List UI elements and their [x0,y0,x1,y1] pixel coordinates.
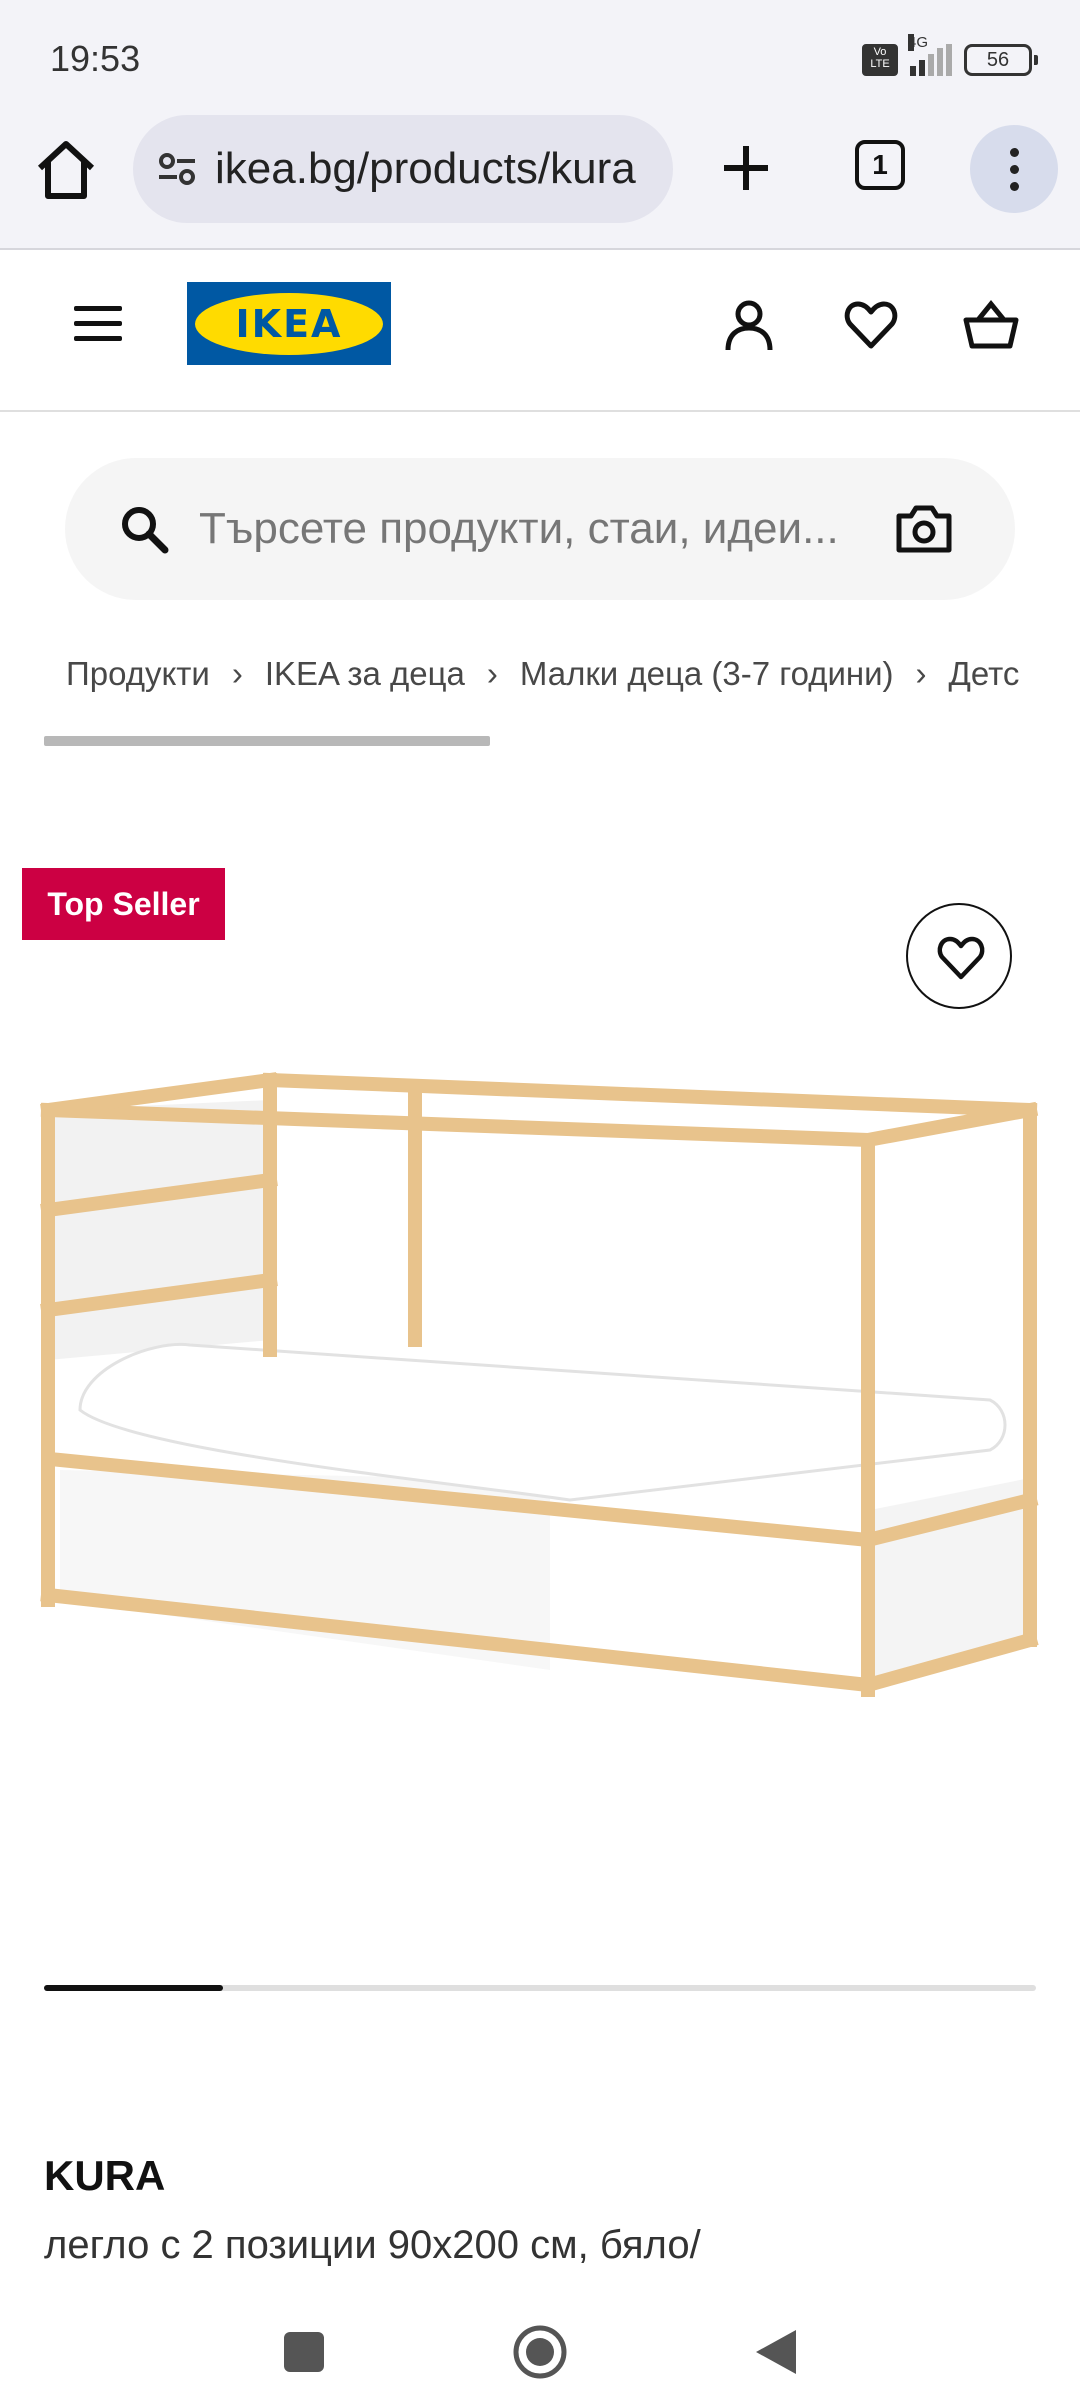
heart-icon[interactable] [842,296,900,354]
system-navigation-bar [0,2284,1080,2400]
shopping-basket-icon[interactable] [962,296,1020,354]
breadcrumb-item[interactable]: Продукти [66,655,210,692]
search-icon[interactable] [119,504,169,554]
home-button[interactable] [30,134,102,206]
browser-menu-button[interactable] [970,125,1058,213]
status-bar: 19:53 Vo LTE 4G 56 [0,0,1080,110]
site-header: IKEA [0,250,1080,412]
address-bar[interactable]: ikea.bg/products/kura [133,115,673,223]
tab-switcher-button[interactable]: 1 [855,140,905,190]
top-seller-badge: Top Seller [22,868,225,940]
breadcrumb-item[interactable]: IKEA за деца [265,655,465,692]
breadcrumb-scroll-thumb[interactable] [44,736,490,746]
image-carousel-thumb[interactable] [44,1985,223,1991]
battery-icon: 56 [964,44,1038,76]
logo-text: IKEA [195,292,383,355]
heart-icon [937,936,985,980]
signal-icon: 4G [908,34,952,76]
search-bar[interactable]: Търсете продукти, стаи, идеи... [65,458,1015,600]
product-name: KURA [44,2152,166,2199]
breadcrumb-scrollbar[interactable] [44,736,1044,746]
hamburger-menu-icon[interactable] [74,306,122,344]
network-type: 4G [908,34,929,51]
recent-apps-button[interactable] [284,2332,324,2372]
system-back-button[interactable] [752,2326,798,2378]
url-text: ikea.bg/products/kura [215,144,636,193]
new-tab-button[interactable] [710,132,782,204]
add-to-favourites-button[interactable] [906,903,1012,1009]
site-settings-icon[interactable] [155,147,199,191]
status-indicators: Vo LTE 4G 56 [862,34,1038,80]
home-icon [37,141,95,199]
camera-icon[interactable] [895,502,953,556]
product-description: легло с 2 позиции 90x200 см, бяло/ [44,2223,701,2267]
plus-icon [724,146,768,190]
ikea-logo[interactable]: IKEA [187,282,391,365]
status-time: 19:53 [50,38,141,79]
system-home-button[interactable] [512,2324,568,2380]
search-input[interactable]: Търсете продукти, стаи, идеи... [199,504,889,554]
breadcrumb-item[interactable]: Детс [949,655,1020,692]
more-vert-icon [1010,148,1019,157]
image-carousel-scrollbar[interactable] [44,1985,1036,1991]
browser-toolbar: ikea.bg/products/kura 1 [0,110,1080,250]
breadcrumb-item[interactable]: Малки деца (3-7 години) [520,655,894,692]
product-image-kura-bed[interactable] [30,1040,1050,1740]
volte-icon: Vo LTE [862,44,898,76]
user-icon[interactable] [720,296,778,354]
breadcrumb: Продукти › IKEA за деца › Малки деца (3-7 го… [66,655,1020,692]
